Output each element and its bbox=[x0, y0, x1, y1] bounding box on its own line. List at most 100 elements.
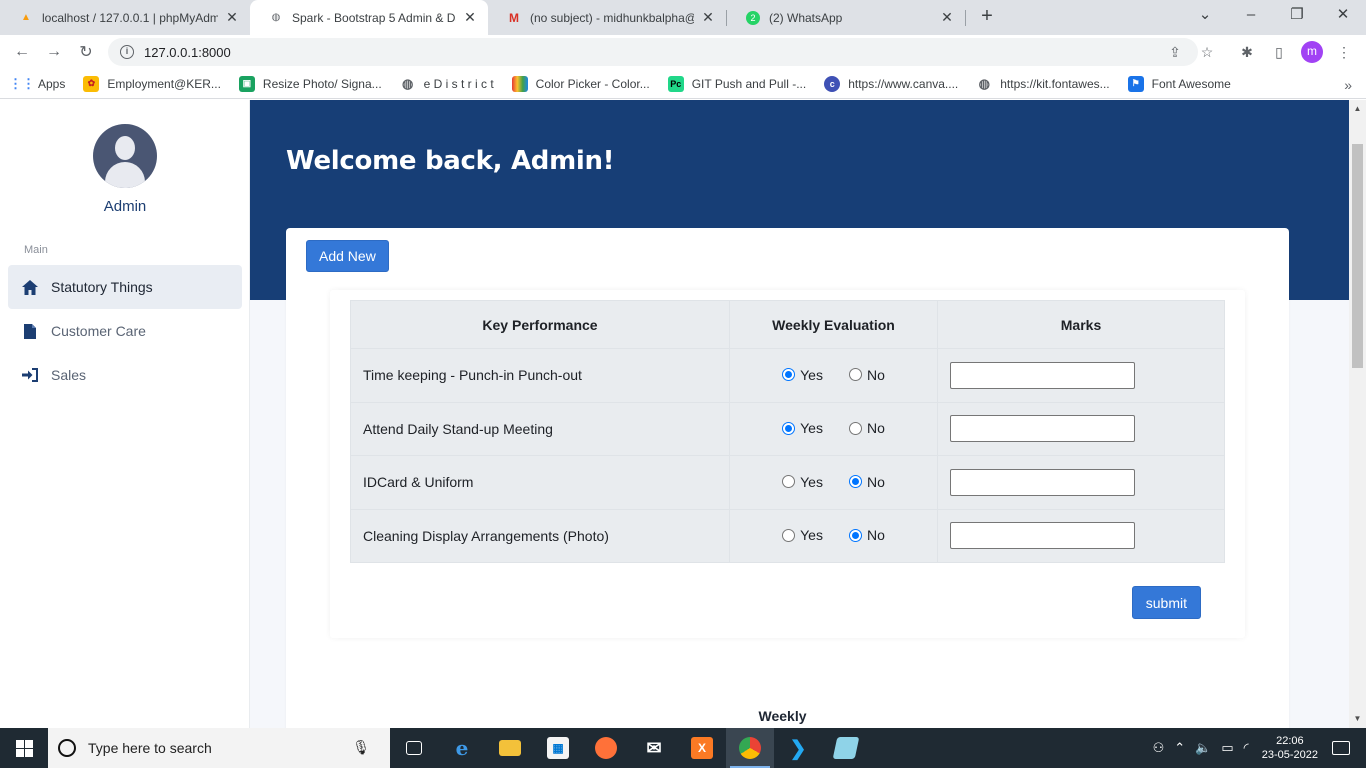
radio-yes[interactable]: Yes bbox=[782, 527, 823, 543]
store-icon[interactable]: ▦ bbox=[534, 728, 582, 768]
tab-whatsapp[interactable]: 2 (2) WhatsApp ✕ bbox=[727, 0, 965, 35]
weekly-evaluation-cell: Yes No bbox=[729, 455, 938, 510]
sidebar-item-sales[interactable]: Sales bbox=[8, 353, 242, 397]
tab-gmail[interactable]: M (no subject) - midhunkbalpha@gmail.com… bbox=[488, 0, 726, 35]
forward-arrow-icon[interactable]: → bbox=[40, 38, 68, 66]
radio-no[interactable]: No bbox=[848, 367, 885, 383]
clock-date: 23-05-2022 bbox=[1261, 749, 1318, 761]
chevron-up-icon[interactable]: ⌃ bbox=[1174, 740, 1185, 756]
reload-icon[interactable]: ↻ bbox=[72, 38, 100, 66]
kpi-label: Cleaning Display Arrangements (Photo) bbox=[350, 508, 730, 563]
main-card: Add New Key Performance Weekly Evaluatio… bbox=[286, 228, 1289, 728]
battery-icon[interactable]: ▭ bbox=[1221, 740, 1233, 756]
radio-button[interactable] bbox=[848, 368, 862, 381]
home-icon bbox=[22, 279, 38, 295]
column-header: Marks bbox=[937, 300, 1225, 349]
bookmark-resize-photo[interactable]: ▣ Resize Photo/ Signa... bbox=[238, 75, 382, 92]
marks-input[interactable] bbox=[950, 522, 1135, 550]
wifi-icon[interactable]: ◜ bbox=[1244, 740, 1249, 756]
firefox-icon[interactable] bbox=[582, 728, 630, 768]
marks-cell bbox=[937, 508, 1225, 563]
table-row: Time keeping - Punch-in Punch-out Yes No bbox=[350, 348, 1225, 403]
notification-icon[interactable] bbox=[1332, 741, 1350, 755]
pycharm-icon: Pc bbox=[667, 75, 684, 92]
back-arrow-icon[interactable]: ← bbox=[8, 38, 36, 66]
bookmark-fontawesome-kit[interactable]: ◍ https://kit.fontawes... bbox=[976, 75, 1110, 92]
bookmark-employment[interactable]: ✿ Employment@KER... bbox=[83, 75, 221, 92]
scrollbar-thumb[interactable] bbox=[1352, 144, 1363, 368]
notepad-icon[interactable] bbox=[822, 728, 870, 768]
bookmark-color-picker[interactable]: Color Picker - Color... bbox=[511, 75, 650, 92]
radio-button[interactable] bbox=[782, 528, 796, 542]
extensions-puzzle-icon[interactable]: ✱ bbox=[1238, 43, 1256, 61]
radio-yes[interactable]: Yes bbox=[782, 420, 823, 436]
close-icon[interactable]: ✕ bbox=[939, 9, 955, 26]
tab-spark[interactable]: ◍ Spark - Bootstrap 5 Admin & Dashboard … bbox=[250, 0, 488, 35]
share-icon[interactable]: ⇪ bbox=[1166, 43, 1184, 61]
taskbar-search-input[interactable]: Type here to search 🎙 bbox=[48, 728, 390, 768]
tab-phpmyadmin[interactable]: ▲ localhost / 127.0.0.1 | phpMyAdmin ✕ bbox=[0, 0, 250, 35]
bookmarks-overflow-icon[interactable]: » bbox=[1344, 77, 1352, 93]
submit-button[interactable]: submit bbox=[1131, 586, 1201, 619]
chrome-icon[interactable] bbox=[726, 728, 774, 768]
sidebar-item-statutory-things[interactable]: Statutory Things bbox=[8, 265, 242, 309]
close-icon[interactable]: ✕ bbox=[462, 9, 478, 26]
menu-kebab-icon[interactable]: ⋮ bbox=[1335, 43, 1353, 61]
radio-no[interactable]: No bbox=[848, 420, 885, 436]
page-viewport: Admin Main Statutory Things Customer Car… bbox=[0, 100, 1366, 728]
new-tab-button[interactable]: + bbox=[976, 6, 998, 28]
radio-button[interactable] bbox=[848, 475, 862, 488]
bookmark-font-awesome[interactable]: ⚑ Font Awesome bbox=[1127, 75, 1231, 92]
radio-button[interactable] bbox=[848, 421, 862, 435]
microphone-icon[interactable]: 🎙 bbox=[352, 739, 370, 756]
globe-icon: ◍ bbox=[978, 75, 990, 91]
bookmark-star-icon[interactable]: ☆ bbox=[1198, 43, 1216, 61]
scroll-up-icon[interactable]: ▲ bbox=[1349, 102, 1366, 116]
close-icon[interactable]: ✕ bbox=[224, 9, 240, 26]
bookmark-edistrict[interactable]: ◍ e D i s t r i c t bbox=[400, 76, 494, 92]
avatar-head-shape bbox=[115, 136, 135, 160]
volume-icon[interactable]: 🔈 bbox=[1195, 740, 1211, 756]
sidebar-item-customer-care[interactable]: Customer Care bbox=[8, 309, 242, 353]
info-icon[interactable]: i bbox=[120, 45, 134, 59]
radio-button[interactable] bbox=[782, 475, 796, 488]
marks-input[interactable] bbox=[950, 468, 1135, 496]
minimize-button[interactable]: – bbox=[1228, 0, 1274, 32]
bookmark-git[interactable]: Pc GIT Push and Pull -... bbox=[667, 75, 806, 92]
radio-no[interactable]: No bbox=[848, 474, 885, 490]
marks-input[interactable] bbox=[950, 361, 1135, 389]
close-window-button[interactable]: ✕ bbox=[1320, 0, 1366, 32]
bookmark-apps[interactable]: ⋮⋮ Apps bbox=[9, 76, 65, 92]
radio-yes[interactable]: Yes bbox=[782, 474, 823, 490]
url-text[interactable]: 127.0.0.1:8000 bbox=[144, 45, 231, 60]
mail-icon[interactable]: ✉ bbox=[630, 728, 678, 768]
add-new-button[interactable]: Add New bbox=[306, 240, 389, 272]
resize-icon: ▣ bbox=[238, 75, 255, 92]
radio-yes[interactable]: Yes bbox=[782, 367, 823, 383]
side-panel-icon[interactable]: ▯ bbox=[1270, 43, 1288, 61]
xampp-icon[interactable]: X bbox=[678, 728, 726, 768]
bookmark-canva[interactable]: c https://www.canva.... bbox=[824, 75, 958, 92]
file-explorer-icon[interactable] bbox=[486, 728, 534, 768]
people-icon[interactable]: ⚇ bbox=[1153, 740, 1165, 756]
radio-button[interactable] bbox=[782, 368, 796, 381]
vertical-scrollbar[interactable]: ▲ ▼ bbox=[1349, 100, 1366, 728]
edge-icon[interactable]: e bbox=[438, 728, 486, 768]
radio-no[interactable]: No bbox=[848, 527, 885, 543]
gmail-icon: M bbox=[509, 10, 519, 25]
marks-input[interactable] bbox=[950, 415, 1135, 443]
clock[interactable]: 22:06 23-05-2022 bbox=[1262, 734, 1318, 762]
tab-search-chevron-icon[interactable]: ⌄ bbox=[1182, 0, 1228, 32]
close-icon[interactable]: ✕ bbox=[700, 9, 716, 26]
task-view-icon[interactable] bbox=[390, 728, 438, 768]
maximize-button[interactable]: ❐ bbox=[1274, 0, 1320, 32]
employment-icon: ✿ bbox=[83, 75, 100, 92]
scroll-down-icon[interactable]: ▼ bbox=[1349, 712, 1366, 726]
radio-button[interactable] bbox=[848, 528, 862, 542]
profile-avatar[interactable]: m bbox=[1301, 41, 1323, 63]
vscode-icon[interactable]: ❯ bbox=[774, 728, 822, 768]
windows-start-icon[interactable] bbox=[0, 728, 48, 768]
address-bar[interactable]: i 127.0.0.1:8000 bbox=[108, 38, 1198, 66]
radio-button[interactable] bbox=[782, 421, 796, 435]
kpi-label: Time keeping - Punch-in Punch-out bbox=[350, 348, 730, 403]
